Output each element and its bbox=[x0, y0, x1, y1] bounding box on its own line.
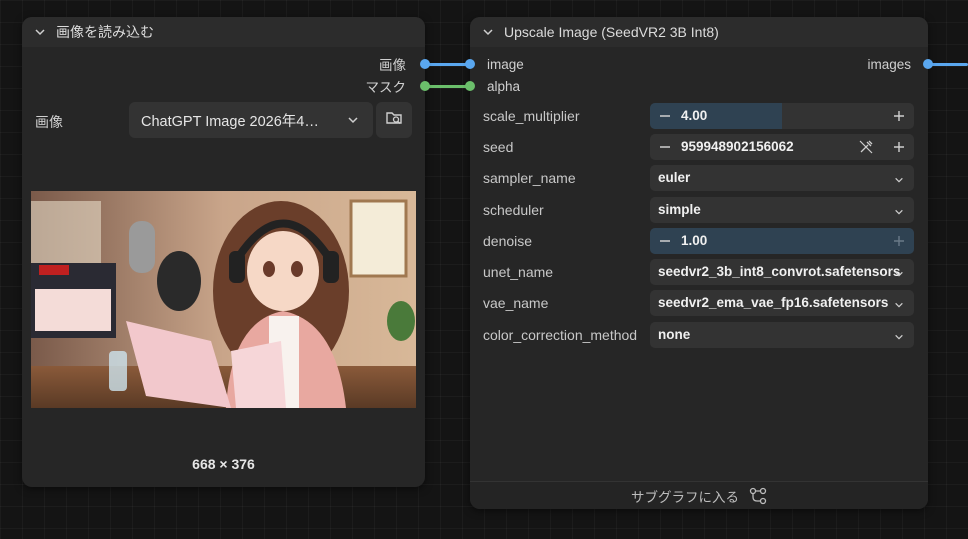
vae-name-value: seedvr2_ema_vae_fp16.safetensors bbox=[658, 295, 889, 310]
enter-subgraph-label: サブグラフに入る bbox=[631, 489, 739, 505]
chevron-down-icon bbox=[894, 330, 904, 345]
output-images-socket[interactable] bbox=[923, 59, 933, 69]
chevron-down-icon bbox=[894, 205, 904, 220]
minus-icon[interactable] bbox=[658, 140, 672, 157]
minus-icon[interactable] bbox=[658, 234, 672, 251]
chevron-down-icon bbox=[894, 173, 904, 188]
load-image-node-header[interactable]: 画像を読み込む bbox=[22, 17, 425, 47]
denoise-value: 1.00 bbox=[681, 233, 708, 248]
images-output-wire bbox=[928, 63, 968, 66]
chevron-down-icon bbox=[894, 298, 904, 313]
subgraph-icon bbox=[749, 487, 767, 504]
output-images-label: images bbox=[867, 56, 911, 72]
chevron-down-icon bbox=[347, 114, 359, 130]
unet-name-select[interactable]: seedvr2_3b_int8_convrot.safetensors bbox=[650, 259, 914, 285]
chevron-down-icon[interactable] bbox=[34, 26, 46, 38]
input-image[interactable]: image bbox=[465, 54, 524, 74]
param-unet-name: unet_name seedvr2_3b_int8_convrot.safete… bbox=[470, 259, 928, 285]
param-scale-multiplier: scale_multiplier 4.00 bbox=[470, 103, 928, 129]
sampler-name-select[interactable]: euler bbox=[650, 165, 914, 191]
plus-icon[interactable] bbox=[892, 140, 906, 157]
randomize-off-icon[interactable] bbox=[858, 139, 874, 158]
sampler-name-value: euler bbox=[658, 170, 691, 185]
vae-name-select[interactable]: seedvr2_ema_vae_fp16.safetensors bbox=[650, 290, 914, 316]
image-select[interactable]: ChatGPT Image 2026年4… bbox=[129, 102, 373, 138]
chevron-down-icon bbox=[894, 267, 904, 282]
param-seed: seed 959948902156062 bbox=[470, 134, 928, 160]
input-alpha[interactable]: alpha bbox=[465, 76, 520, 96]
input-image-label: image bbox=[487, 56, 524, 72]
output-mask-socket[interactable] bbox=[420, 81, 430, 91]
param-label: unet_name bbox=[483, 264, 554, 280]
param-scheduler: scheduler simple bbox=[470, 197, 928, 223]
input-alpha-label: alpha bbox=[487, 78, 521, 94]
param-denoise: denoise 1.00 bbox=[470, 228, 928, 254]
unet-name-value: seedvr2_3b_int8_convrot.safetensors bbox=[658, 264, 901, 279]
node-title: Upscale Image (SeedVR2 3B Int8) bbox=[504, 24, 719, 40]
param-sampler-name: sampler_name euler bbox=[470, 165, 928, 191]
output-mask[interactable]: マスク bbox=[365, 76, 430, 96]
param-label: seed bbox=[483, 139, 514, 155]
browse-folder-button[interactable] bbox=[376, 102, 412, 138]
param-color-correction-method: color_correction_method none bbox=[470, 322, 928, 348]
output-images[interactable]: images bbox=[867, 54, 933, 74]
node-title: 画像を読み込む bbox=[56, 24, 154, 40]
enter-subgraph-button[interactable]: サブグラフに入る bbox=[470, 481, 928, 509]
folder-search-icon bbox=[385, 109, 403, 132]
param-vae-name: vae_name seedvr2_ema_vae_fp16.safetensor… bbox=[470, 290, 928, 316]
plus-icon[interactable] bbox=[892, 109, 906, 126]
upscale-image-node[interactable]: Upscale Image (SeedVR2 3B Int8) image al… bbox=[465, 17, 933, 509]
seed-input[interactable]: 959948902156062 bbox=[650, 134, 914, 160]
upscale-node-header[interactable]: Upscale Image (SeedVR2 3B Int8) bbox=[470, 17, 928, 47]
scheduler-value: simple bbox=[658, 202, 701, 217]
image-preview bbox=[31, 191, 416, 408]
output-image-socket[interactable] bbox=[420, 59, 430, 69]
param-label: scale_multiplier bbox=[483, 108, 580, 124]
scale-multiplier-slider[interactable]: 4.00 bbox=[650, 103, 914, 129]
image-widget-row: 画像 ChatGPT Image 2026年4… bbox=[22, 101, 425, 141]
output-mask-label: マスク bbox=[365, 80, 407, 95]
param-label: vae_name bbox=[483, 295, 549, 311]
color-correction-value: none bbox=[658, 327, 691, 342]
image-select-value: ChatGPT Image 2026年4… bbox=[141, 113, 319, 130]
load-image-node[interactable]: 画像を読み込む 画像 マスク 画像 ChatGPT Image 2026年4… bbox=[22, 17, 430, 487]
scheduler-select[interactable]: simple bbox=[650, 197, 914, 223]
output-image[interactable]: 画像 bbox=[379, 54, 430, 74]
scale-multiplier-value: 4.00 bbox=[681, 108, 708, 123]
input-alpha-socket[interactable] bbox=[465, 81, 475, 91]
plus-icon[interactable] bbox=[892, 234, 906, 251]
denoise-slider[interactable]: 1.00 bbox=[650, 228, 914, 254]
param-label: color_correction_method bbox=[483, 327, 638, 343]
param-label: scheduler bbox=[483, 202, 544, 218]
param-label: denoise bbox=[483, 233, 533, 249]
output-image-label: 画像 bbox=[379, 58, 406, 73]
minus-icon[interactable] bbox=[658, 109, 672, 126]
image-widget-label: 画像 bbox=[35, 114, 63, 130]
image-dimensions: 668 × 376 bbox=[192, 456, 255, 472]
param-label: sampler_name bbox=[483, 170, 576, 186]
seed-value: 959948902156062 bbox=[681, 139, 794, 154]
chevron-down-icon[interactable] bbox=[482, 26, 494, 38]
input-image-socket[interactable] bbox=[465, 59, 475, 69]
color-correction-select[interactable]: none bbox=[650, 322, 914, 348]
